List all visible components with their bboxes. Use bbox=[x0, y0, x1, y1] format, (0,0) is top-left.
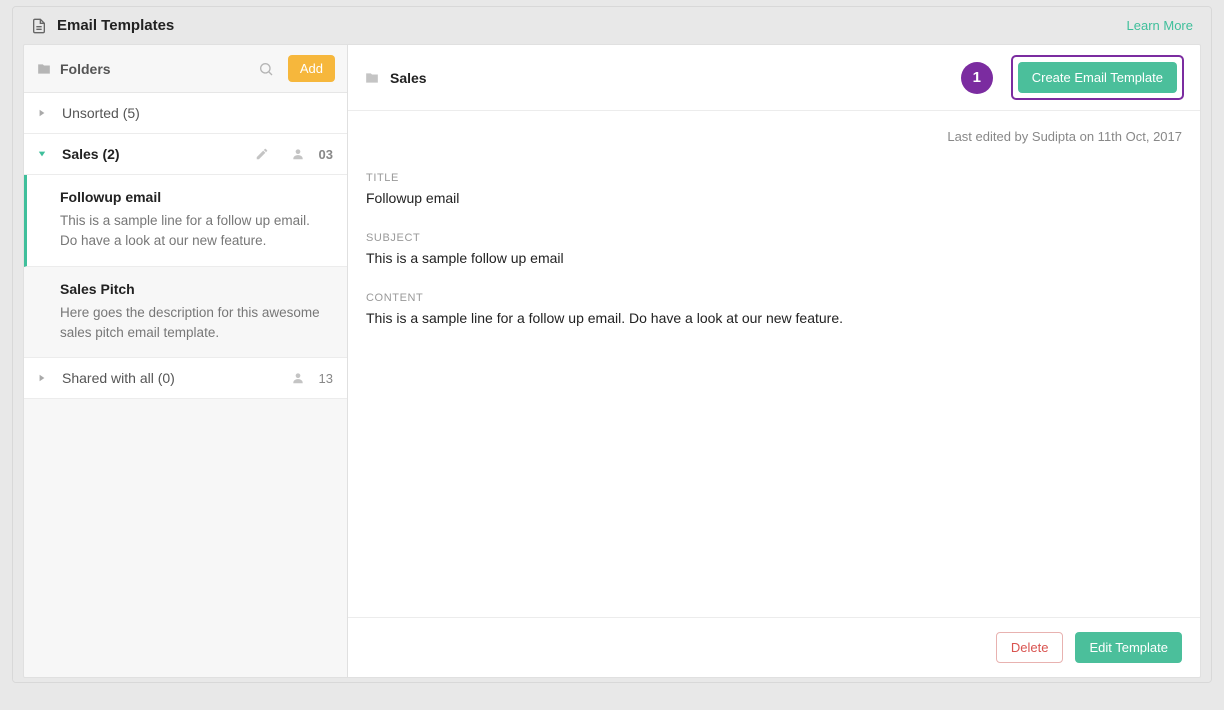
delete-button[interactable]: Delete bbox=[996, 632, 1064, 663]
field-value: This is a sample follow up email bbox=[366, 250, 1182, 266]
content-panel: Sales 1 Create Email Template Last edite… bbox=[348, 44, 1201, 678]
share-count: 03 bbox=[319, 147, 333, 162]
chevron-right-icon bbox=[38, 109, 46, 117]
content-footer: Delete Edit Template bbox=[348, 617, 1200, 677]
create-email-template-button[interactable]: Create Email Template bbox=[1018, 62, 1177, 93]
content-breadcrumb: Sales bbox=[390, 70, 951, 86]
share-count: 13 bbox=[319, 371, 333, 386]
last-edited-text: Last edited by Sudipta on 11th Oct, 2017 bbox=[366, 129, 1182, 144]
template-item-title: Followup email bbox=[60, 189, 329, 205]
template-item-desc: Here goes the description for this aweso… bbox=[60, 303, 329, 344]
content-header: Sales 1 Create Email Template bbox=[348, 45, 1200, 111]
sidebar: Folders Add Unsorted (5) bbox=[23, 44, 348, 678]
folder-label: Sales (2) bbox=[62, 146, 120, 162]
template-item-salespitch[interactable]: Sales Pitch Here goes the description fo… bbox=[24, 267, 347, 359]
content-body: Last edited by Sudipta on 11th Oct, 2017… bbox=[348, 111, 1200, 617]
top-header: Email Templates Learn More bbox=[13, 7, 1211, 44]
template-item-title: Sales Pitch bbox=[60, 281, 329, 297]
folder-row-shared[interactable]: Shared with all (0) 13 bbox=[24, 358, 347, 399]
field-label: SUBJECT bbox=[366, 232, 1182, 244]
chevron-down-icon bbox=[38, 150, 46, 158]
document-icon bbox=[31, 18, 47, 34]
field-label: CONTENT bbox=[366, 292, 1182, 304]
add-folder-button[interactable]: Add bbox=[288, 55, 335, 82]
sidebar-header-label: Folders bbox=[60, 61, 250, 77]
page-title: Email Templates bbox=[57, 17, 174, 34]
folder-icon bbox=[36, 62, 52, 76]
template-item-desc: This is a sample line for a follow up em… bbox=[60, 211, 329, 252]
field-title: TITLE Followup email bbox=[366, 172, 1182, 206]
folder-label: Unsorted (5) bbox=[62, 105, 140, 121]
main-area: Folders Add Unsorted (5) bbox=[13, 44, 1211, 682]
field-label: TITLE bbox=[366, 172, 1182, 184]
sidebar-header: Folders Add bbox=[24, 45, 347, 93]
folder-row-unsorted[interactable]: Unsorted (5) bbox=[24, 93, 347, 134]
field-value: This is a sample line for a follow up em… bbox=[366, 310, 1182, 326]
pencil-icon[interactable] bbox=[255, 147, 269, 161]
field-subject: SUBJECT This is a sample follow up email bbox=[366, 232, 1182, 266]
search-icon[interactable] bbox=[258, 61, 274, 77]
template-list: Followup email This is a sample line for… bbox=[24, 175, 347, 358]
create-button-highlight: Create Email Template bbox=[1011, 55, 1184, 100]
folder-row-sales[interactable]: Sales (2) 03 bbox=[24, 134, 347, 175]
learn-more-link[interactable]: Learn More bbox=[1127, 18, 1193, 33]
chevron-right-icon bbox=[38, 374, 46, 382]
person-icon bbox=[291, 371, 305, 385]
annotation-badge: 1 bbox=[961, 62, 993, 94]
folder-icon bbox=[364, 71, 380, 85]
field-value: Followup email bbox=[366, 190, 1182, 206]
top-header-left: Email Templates bbox=[31, 17, 174, 34]
template-item-followup[interactable]: Followup email This is a sample line for… bbox=[24, 175, 347, 267]
app-window: Email Templates Learn More Folders Add bbox=[12, 6, 1212, 683]
folder-label: Shared with all (0) bbox=[62, 370, 175, 386]
edit-template-button[interactable]: Edit Template bbox=[1075, 632, 1182, 663]
person-icon bbox=[291, 147, 305, 161]
field-content: CONTENT This is a sample line for a foll… bbox=[366, 292, 1182, 326]
